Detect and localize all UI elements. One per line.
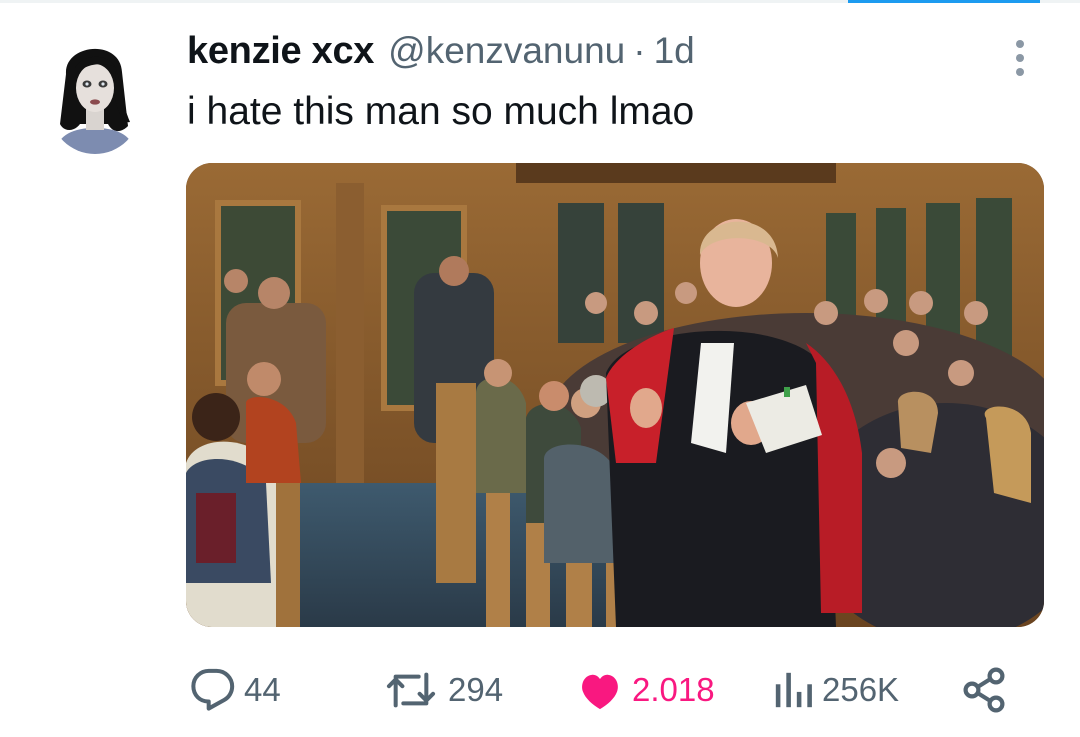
timestamp[interactable]: 1d	[654, 30, 695, 72]
retweet-button[interactable]: 294	[382, 662, 503, 718]
views-icon	[775, 672, 812, 708]
tab-indicator	[848, 0, 1040, 3]
tweet-actions: 44 294 2.018 256K	[190, 662, 1020, 718]
like-count: 2.018	[632, 671, 715, 708]
avatar-illustration	[50, 34, 140, 154]
share-icon	[963, 667, 1005, 713]
retweet-icon	[386, 672, 436, 708]
avatar[interactable]	[50, 34, 140, 154]
separator-dot: ·	[633, 30, 646, 71]
views-button[interactable]: 256K	[772, 662, 899, 718]
tweet-header: kenzie xcx @kenzvanunu · 1d	[187, 30, 695, 80]
reply-count: 44	[244, 671, 281, 708]
views-count: 256K	[822, 671, 900, 708]
user-handle[interactable]: @kenzvanunu	[388, 30, 625, 72]
heart-icon	[582, 674, 618, 710]
tweet-text: i hate this man so much lmao	[187, 90, 695, 133]
retweet-count: 294	[448, 671, 504, 708]
reply-icon	[191, 668, 235, 711]
display-name[interactable]: kenzie xcx	[187, 30, 374, 73]
share-button[interactable]	[960, 662, 1008, 718]
courtroom-photo	[186, 163, 1044, 627]
tweet-media-image[interactable]	[186, 163, 1044, 627]
more-options-icon[interactable]	[1006, 38, 1034, 78]
reply-button[interactable]: 44	[190, 662, 281, 718]
like-button[interactable]: 2.018	[576, 662, 715, 718]
